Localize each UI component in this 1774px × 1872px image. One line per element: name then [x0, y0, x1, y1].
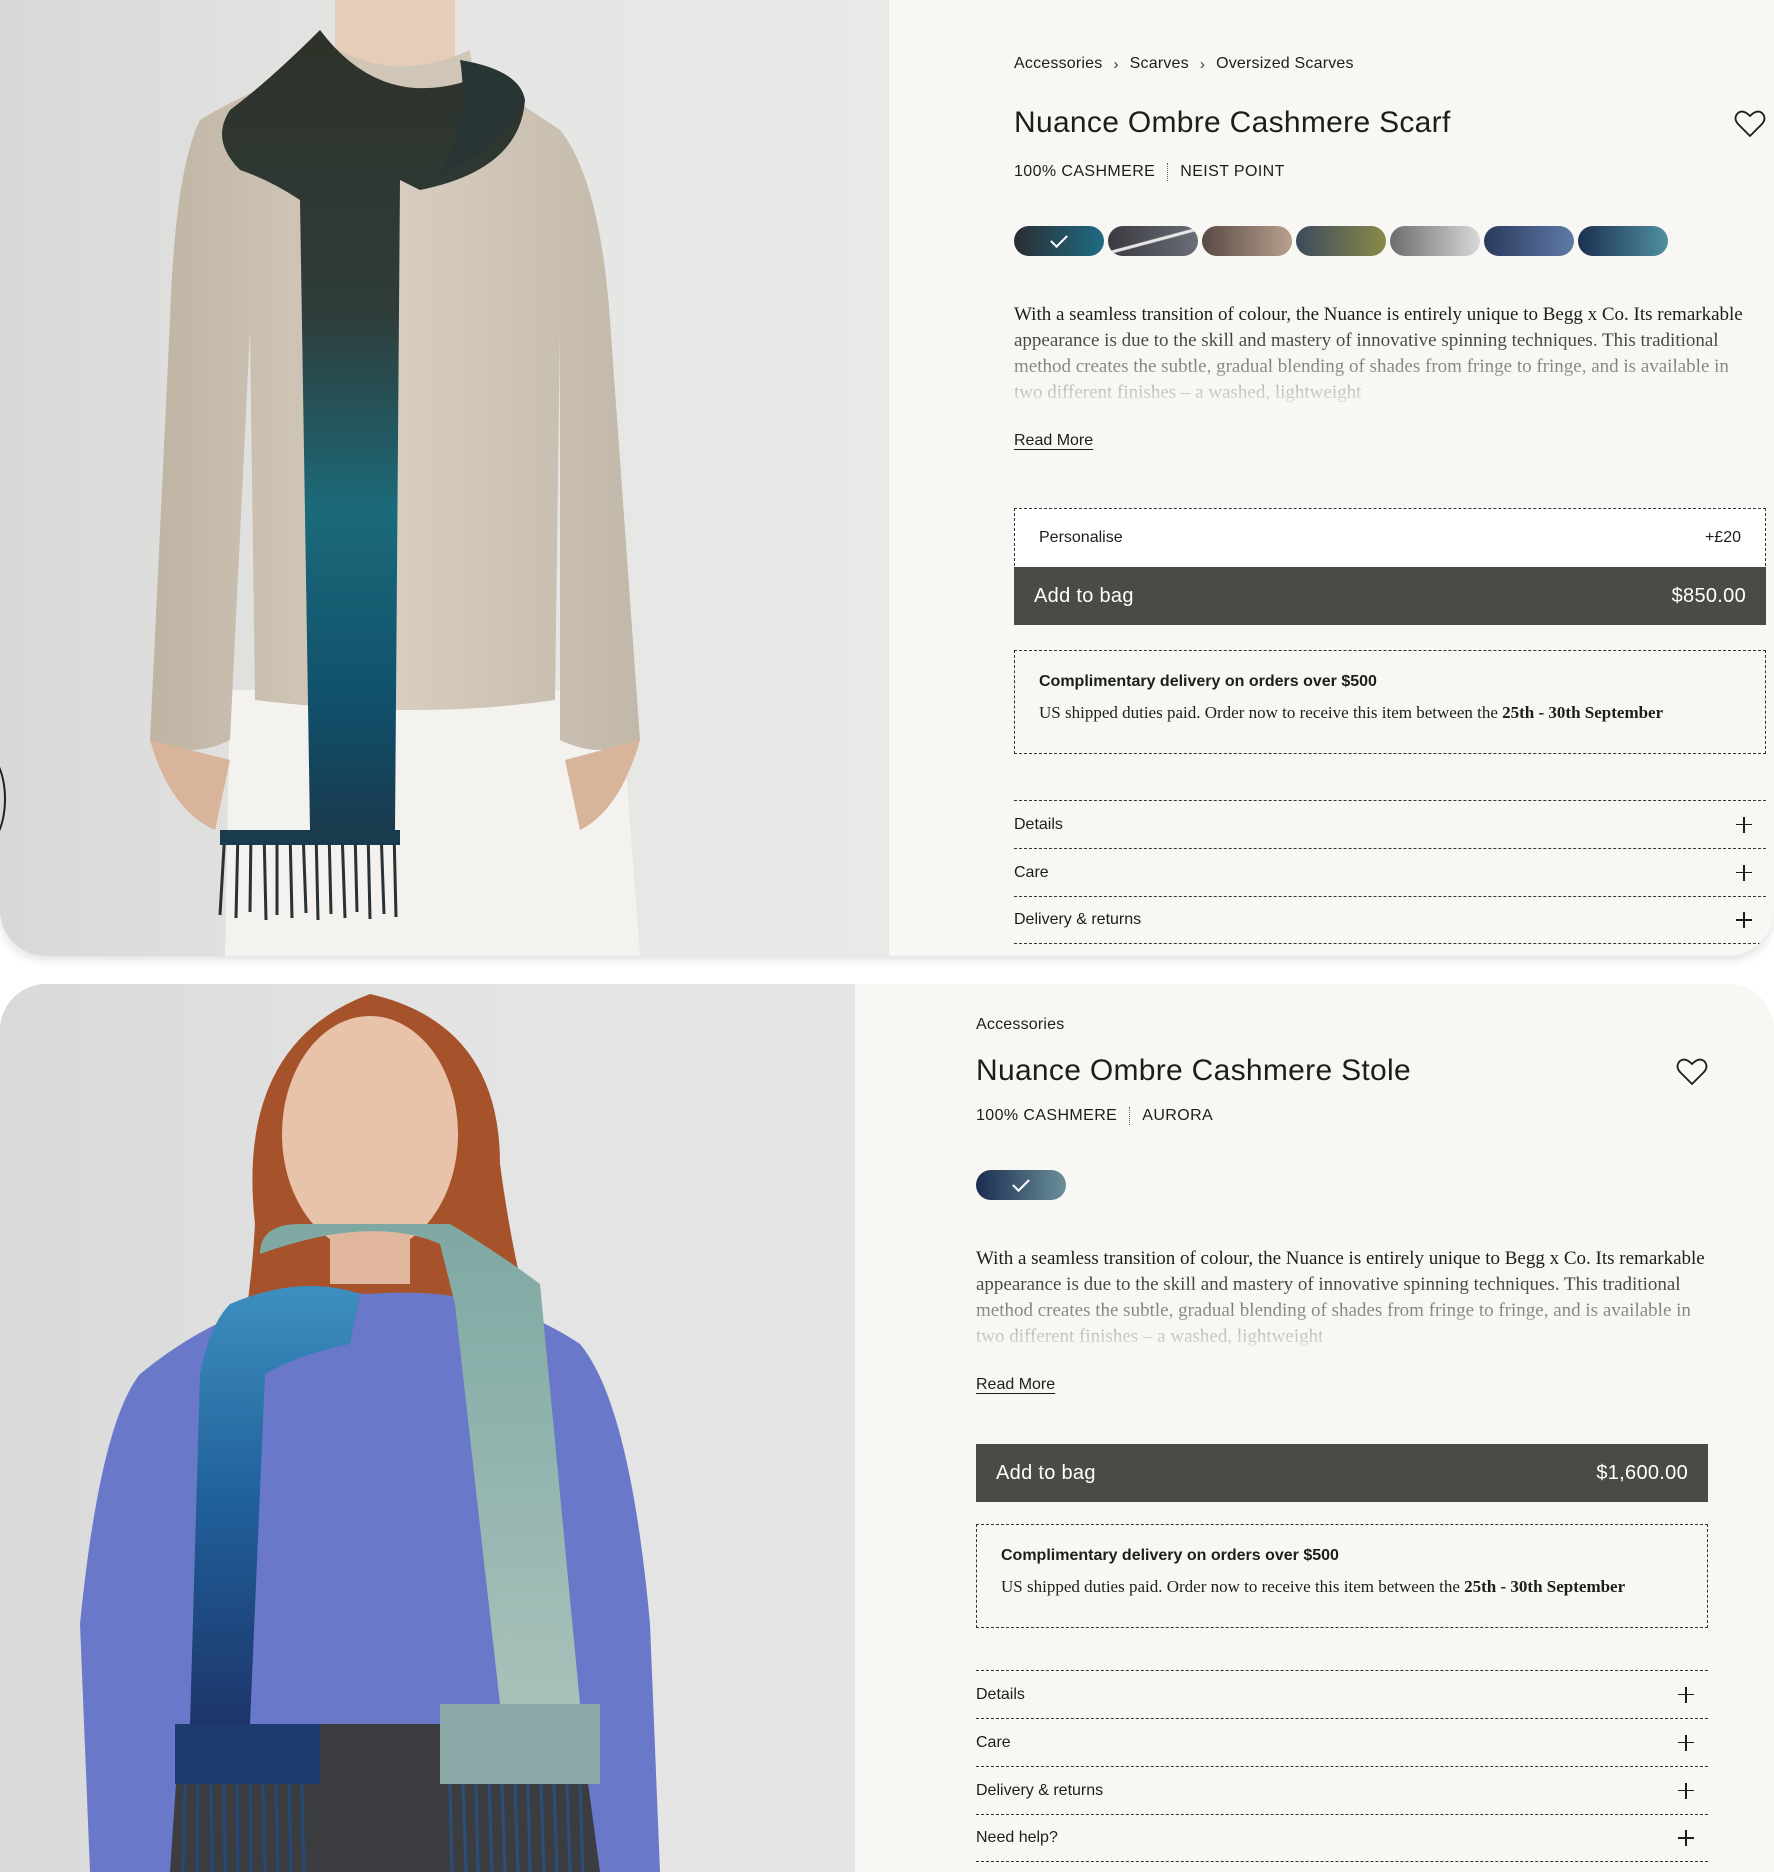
meta-divider: [1167, 163, 1169, 181]
delivery-heading: Complimentary delivery on orders over $5…: [1001, 1547, 1339, 1564]
accordion-delivery-returns[interactable]: Delivery & returns: [1014, 896, 1766, 944]
checkmark-icon: [1050, 230, 1068, 249]
model-scarf-illustration: [150, 0, 640, 956]
delivery-text-body: US shipped duties paid. Order now to rec…: [1039, 703, 1503, 722]
color-swatches: [1014, 226, 1668, 256]
material-label: 100% CASHMERE: [976, 1107, 1118, 1124]
personalise-label: Personalise: [1039, 528, 1123, 546]
material-label: 100% CASHMERE: [1014, 163, 1156, 180]
product-description: With a seamless transition of colour, th…: [1014, 302, 1754, 404]
delivery-text: US shipped duties paid. Order now to rec…: [1039, 703, 1741, 723]
color-swatch[interactable]: [1390, 226, 1480, 256]
product-price: $1,600.00: [1596, 1461, 1688, 1484]
plus-icon: [1736, 864, 1752, 881]
color-swatch-selected[interactable]: [976, 1170, 1066, 1200]
product-description: With a seamless transition of colour, th…: [976, 1246, 1706, 1348]
product-info-scarf: Accessories › Scarves › Oversized Scarve…: [1014, 0, 1766, 956]
delivery-text-body: US shipped duties paid. Order now to rec…: [1001, 1577, 1465, 1596]
description-fade: [1014, 324, 1754, 404]
colorway-label: AURORA: [1142, 1107, 1214, 1124]
accordion-care[interactable]: Care: [1014, 848, 1766, 896]
breadcrumb-link-scarves[interactable]: Scarves: [1130, 55, 1189, 73]
accordion-label: Care: [976, 1733, 1011, 1751]
description-fade: [976, 1268, 1706, 1348]
plus-icon: [1736, 912, 1752, 928]
add-to-bag-button[interactable]: Add to bag $850.00: [1014, 567, 1766, 625]
accordion-label: Need help?: [976, 1829, 1058, 1846]
color-swatches: [976, 1170, 1066, 1200]
delivery-text: US shipped duties paid. Order now to rec…: [1001, 1577, 1683, 1597]
plus-icon: [1736, 816, 1752, 833]
product-photo-stole[interactable]: [0, 984, 855, 1872]
delivery-heading: Complimentary delivery on orders over $5…: [1039, 673, 1377, 690]
product-title: Nuance Ombre Cashmere Stole: [976, 1054, 1411, 1087]
delivery-info-box: Complimentary delivery on orders over $5…: [976, 1524, 1708, 1628]
accordion-care[interactable]: Care: [976, 1718, 1708, 1766]
color-swatch-unavailable[interactable]: [1108, 226, 1198, 256]
product-meta: 100% CASHMERE AURORA: [976, 1107, 1213, 1125]
delivery-dates: 25th - 30th September: [1502, 703, 1664, 722]
colorway-label: NEIST POINT: [1180, 163, 1285, 180]
unavailable-slash-icon: [1108, 226, 1198, 256]
accordion-label: Details: [976, 1685, 1025, 1703]
product-accordion: Details Care Delivery & returns: [1014, 800, 1766, 944]
plus-icon: [1678, 1734, 1694, 1751]
color-swatch[interactable]: [1202, 226, 1292, 256]
product-photo-scarf[interactable]: [0, 0, 889, 956]
accordion-label: Delivery & returns: [976, 1781, 1104, 1799]
breadcrumb: Accessories › Scarves › Oversized Scarve…: [1014, 55, 1354, 73]
color-swatch-selected[interactable]: [1014, 226, 1104, 256]
color-swatch[interactable]: [1484, 226, 1574, 256]
chevron-right-icon: ›: [1199, 55, 1206, 73]
plus-icon: [1678, 1782, 1694, 1799]
accordion-need-help[interactable]: Need help?: [976, 1814, 1708, 1862]
read-more-link[interactable]: Read More: [1014, 432, 1093, 450]
accordion-delivery-returns[interactable]: Delivery & returns: [976, 1766, 1708, 1814]
add-to-bag-button[interactable]: Add to bag $1,600.00: [976, 1444, 1708, 1502]
product-info-stole: Accessories Nuance Ombre Cashmere Stole …: [976, 984, 1708, 1872]
wishlist-heart-icon[interactable]: [1734, 110, 1766, 138]
personalise-option[interactable]: Personalise +£20: [1014, 508, 1766, 566]
plus-icon: [1678, 1686, 1694, 1703]
plus-icon: [1678, 1830, 1694, 1846]
breadcrumb: Accessories: [976, 1016, 1064, 1034]
delivery-dates: 25th - 30th September: [1464, 1577, 1626, 1596]
delivery-info-box: Complimentary delivery on orders over $5…: [1014, 650, 1766, 754]
read-more-link[interactable]: Read More: [976, 1376, 1055, 1394]
personalise-price: +£20: [1704, 528, 1741, 546]
color-swatch[interactable]: [1296, 226, 1386, 256]
accordion-label: Care: [1014, 863, 1049, 881]
product-meta: 100% CASHMERE NEIST POINT: [1014, 163, 1285, 181]
breadcrumb-link-accessories[interactable]: Accessories: [976, 1016, 1064, 1034]
breadcrumb-link-oversized-scarves[interactable]: Oversized Scarves: [1216, 55, 1354, 73]
product-panel-scarf: Accessories › Scarves › Oversized Scarve…: [0, 0, 1774, 956]
accordion-label: Delivery & returns: [1014, 911, 1142, 928]
accordion-details[interactable]: Details: [1014, 800, 1766, 848]
color-swatch[interactable]: [1578, 226, 1668, 256]
breadcrumb-link-accessories[interactable]: Accessories: [1014, 55, 1102, 73]
accordion-label: Details: [1014, 815, 1063, 833]
model-stole-illustration: [80, 994, 660, 1872]
add-to-bag-label: Add to bag: [996, 1461, 1096, 1484]
checkmark-icon: [1012, 1174, 1030, 1193]
product-accordion: Details Care Delivery & returns Need hel…: [976, 1670, 1708, 1862]
product-panel-stole: Accessories Nuance Ombre Cashmere Stole …: [0, 984, 1774, 1872]
wishlist-heart-icon[interactable]: [1676, 1058, 1708, 1086]
product-title: Nuance Ombre Cashmere Scarf: [1014, 106, 1451, 139]
chevron-right-icon: ›: [1113, 55, 1119, 73]
meta-divider: [1129, 1107, 1131, 1125]
accordion-details[interactable]: Details: [976, 1670, 1708, 1718]
product-price: $850.00: [1671, 584, 1746, 607]
add-to-bag-label: Add to bag: [1034, 584, 1134, 607]
